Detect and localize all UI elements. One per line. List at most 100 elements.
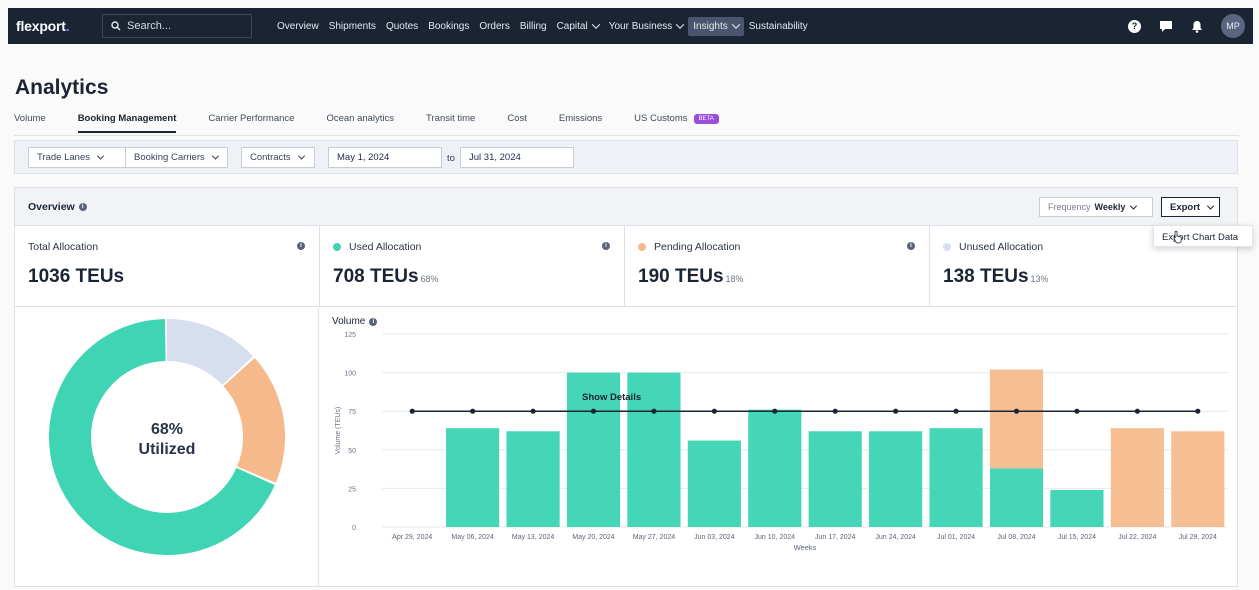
show-details-link[interactable]: Show Details	[582, 392, 641, 403]
chevron-down-icon	[591, 20, 600, 29]
y-tick-label: 50	[348, 448, 356, 455]
export-label: Export	[1170, 201, 1201, 213]
stat-label-text: Pending Allocation	[654, 241, 741, 253]
x-tick-label: Jul 29, 2024	[1179, 534, 1217, 541]
allocation-point[interactable]	[651, 408, 657, 414]
x-tick-label: Jun 10, 2024	[755, 534, 796, 541]
page-title: Analytics	[15, 76, 109, 99]
allocation-point[interactable]	[1134, 408, 1140, 414]
info-icon[interactable]: i	[297, 242, 305, 250]
info-icon[interactable]: i	[907, 242, 915, 250]
bar-used[interactable]	[506, 431, 560, 527]
analytics-tabs: Volume Booking Management Carrier Performa…	[14, 113, 751, 135]
frequency-dropdown[interactable]: Frequency Weekly	[1039, 197, 1153, 217]
stat-value: 190 TEUs 18%	[638, 266, 744, 288]
bar-used[interactable]	[687, 440, 741, 527]
tab-label: Cost	[507, 113, 527, 124]
tab-volume[interactable]: Volume	[14, 113, 46, 131]
stat-card: Used Allocation i 708 TEUs 68%	[320, 226, 625, 306]
tab-carrier-performance[interactable]: Carrier Performance	[208, 113, 294, 131]
start-date-input[interactable]: May 1, 2024	[328, 147, 442, 168]
export-button[interactable]: Export	[1161, 197, 1220, 217]
bar-used[interactable]	[869, 431, 923, 527]
x-tick-label: Jul 01, 2024	[937, 534, 975, 541]
top-right-icons: ? MP	[1128, 8, 1245, 44]
legend-dot	[638, 243, 646, 251]
x-tick-label: Jul 08, 2024	[997, 534, 1035, 541]
x-tick-label: Jun 24, 2024	[875, 534, 916, 541]
bar-pending[interactable]	[989, 369, 1044, 469]
x-tick-label: Jul 15, 2024	[1058, 534, 1096, 541]
nav-overview[interactable]: Overview	[272, 17, 324, 36]
nav-orders[interactable]: Orders	[474, 17, 515, 36]
info-icon[interactable]: i	[602, 242, 610, 250]
allocation-point[interactable]	[711, 408, 717, 414]
search-icon	[111, 21, 121, 31]
bar-pending[interactable]	[1171, 431, 1225, 527]
volume-title-text: Volume	[332, 316, 366, 327]
info-icon[interactable]: i	[369, 317, 378, 326]
bar-used[interactable]	[808, 431, 862, 527]
trade-lanes-dropdown[interactable]: Trade Lanes	[28, 147, 126, 168]
bar-used[interactable]	[446, 428, 500, 527]
legend-dot	[943, 243, 951, 251]
allocation-point[interactable]	[953, 408, 959, 414]
allocation-point[interactable]	[1074, 408, 1080, 414]
nav-capital[interactable]: Capital	[552, 17, 604, 36]
allocation-point[interactable]	[1013, 408, 1020, 414]
tab-label: Volume	[14, 113, 46, 124]
allocation-point[interactable]	[893, 408, 899, 414]
bar-pending[interactable]	[1110, 428, 1164, 527]
tab-emissions[interactable]: Emissions	[559, 113, 602, 131]
tab-cost[interactable]: Cost	[507, 113, 527, 131]
y-tick-label: 0	[352, 525, 356, 532]
allocation-point[interactable]	[590, 408, 597, 414]
bar-used[interactable]	[1050, 489, 1104, 527]
bar-used[interactable]	[929, 428, 983, 527]
allocation-point[interactable]	[470, 408, 476, 414]
help-icon[interactable]: ?	[1128, 19, 1141, 33]
tab-ocean-analytics[interactable]: Ocean analytics	[326, 113, 394, 131]
info-icon[interactable]: i	[78, 203, 87, 211]
allocation-point[interactable]	[530, 408, 536, 414]
chevron-down-icon	[676, 20, 685, 29]
tab-transit-time[interactable]: Transit time	[426, 113, 475, 131]
nav-sustainability[interactable]: Sustainability	[744, 17, 813, 36]
nav-label: Shipments	[328, 20, 376, 32]
bar-used[interactable]	[748, 409, 802, 527]
end-date-input[interactable]: Jul 31, 2024	[460, 147, 574, 168]
bell-icon[interactable]	[1191, 20, 1203, 33]
stat-card: Pending Allocation i 190 TEUs 18%	[625, 226, 930, 306]
allocation-point[interactable]	[1195, 408, 1201, 414]
volume-bar-chart: 0 25 50 75 100 125 Volume (TEUs) Apr 29, 2024 Ma…	[335, 332, 1228, 552]
chevron-down-icon	[297, 152, 305, 160]
contracts-dropdown[interactable]: Contracts	[241, 147, 315, 168]
nav-bookings[interactable]: Bookings	[423, 17, 474, 36]
tab-us-customs[interactable]: US Customs BETA	[634, 113, 719, 131]
allocation-point[interactable]	[832, 408, 838, 414]
stat-card: Total Allocation i 1036 TEUs	[15, 226, 320, 306]
stat-percent: 13%	[1030, 274, 1049, 284]
user-avatar[interactable]: MP	[1221, 14, 1245, 38]
nav-shipments[interactable]: Shipments	[324, 17, 381, 36]
flexport-logo[interactable]: flexport.	[16, 18, 94, 34]
app-window: flexport. Search... Overview Shipments Quo…	[0, 0, 1259, 590]
nav-label: Sustainability	[748, 20, 808, 32]
search-input[interactable]: Search...	[102, 14, 252, 38]
tab-booking-management[interactable]: Booking Management	[77, 113, 177, 133]
nav-your-business[interactable]: Your Business	[604, 17, 689, 36]
allocation-point[interactable]	[772, 408, 778, 414]
nav-insights[interactable]: Insights	[688, 16, 744, 36]
nav-quotes[interactable]: Quotes	[381, 17, 423, 36]
donut-sub-label: Utilized	[138, 441, 196, 458]
bar-used[interactable]	[989, 468, 1044, 527]
x-tick-label: Apr 29, 2024	[392, 534, 432, 541]
chat-icon[interactable]	[1159, 20, 1173, 33]
export-menu: Export Chart Data	[1153, 225, 1253, 247]
allocation-point[interactable]	[409, 408, 415, 414]
nav-billing[interactable]: Billing	[515, 17, 552, 36]
booking-carriers-dropdown[interactable]: Booking Carriers	[125, 147, 228, 168]
tab-label: Emissions	[558, 113, 603, 124]
x-axis-label: Weeks	[794, 543, 817, 552]
tab-label: Carrier Performance	[208, 113, 295, 124]
